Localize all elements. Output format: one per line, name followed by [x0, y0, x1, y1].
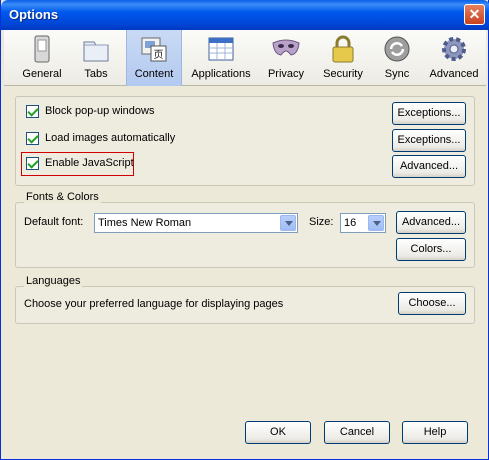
load-images-checkbox[interactable]	[26, 132, 39, 145]
titlebar[interactable]: Options ✕	[1, 0, 489, 30]
popup-exceptions-button[interactable]: Exceptions...	[392, 102, 466, 125]
chevron-down-icon	[280, 215, 296, 231]
tab-privacy[interactable]: Privacy	[258, 30, 314, 86]
tab-security[interactable]: Security	[314, 30, 372, 86]
languages-description: Choose your preferred language for displ…	[24, 298, 284, 310]
options-window: Options ✕ General Tabs 页 Content Applica…	[0, 0, 489, 460]
tab-content[interactable]: 页 Content	[126, 30, 182, 86]
languages-group: Languages Choose your preferred language…	[15, 275, 475, 324]
advanced-gear-icon	[442, 37, 466, 61]
tab-advanced[interactable]: Advanced	[424, 30, 484, 86]
content-options-group: Block pop-up windows Exceptions... Load …	[15, 96, 475, 186]
content-icon: 页	[141, 37, 167, 62]
images-exceptions-button[interactable]: Exceptions...	[392, 129, 466, 152]
general-icon	[34, 35, 50, 63]
block-popups-label: Block pop-up windows	[45, 105, 155, 117]
window-title: Options	[9, 7, 59, 22]
cancel-button[interactable]: Cancel	[324, 421, 390, 444]
tab-advanced-label: Advanced	[429, 68, 479, 80]
options-toolbar: General Tabs 页 Content Applications Priv…	[4, 30, 486, 86]
choose-language-button[interactable]: Choose...	[398, 292, 466, 315]
sync-icon	[384, 36, 410, 62]
fonts-colors-title: Fonts & Colors	[24, 191, 101, 203]
enable-javascript-label: Enable JavaScript	[45, 157, 134, 169]
close-button[interactable]: ✕	[464, 4, 485, 25]
default-font-label: Default font:	[24, 216, 84, 228]
tab-content-label: Content	[134, 68, 174, 80]
tab-applications[interactable]: Applications	[188, 30, 254, 86]
chevron-down-icon	[368, 215, 384, 231]
tab-sync[interactable]: Sync	[370, 30, 424, 86]
default-font-value: Times New Roman	[98, 217, 192, 229]
tab-tabs-label: Tabs	[84, 68, 108, 80]
size-label: Size:	[309, 216, 334, 228]
tabs-icon	[83, 41, 109, 62]
colors-button[interactable]: Colors...	[396, 238, 466, 261]
tab-applications-label: Applications	[191, 68, 251, 80]
tab-privacy-label: Privacy	[267, 68, 305, 80]
tab-tabs[interactable]: Tabs	[68, 30, 124, 86]
applications-icon	[208, 37, 234, 61]
enable-javascript-checkbox[interactable]	[26, 157, 39, 170]
default-font-select[interactable]: Times New Roman	[94, 213, 298, 233]
ok-button[interactable]: OK	[245, 421, 311, 444]
tab-general-label: General	[22, 68, 62, 80]
fonts-colors-group: Fonts & Colors Default font: Times New R…	[15, 191, 475, 268]
fonts-advanced-button[interactable]: Advanced...	[396, 211, 466, 234]
languages-title: Languages	[24, 275, 83, 287]
svg-text:页: 页	[154, 49, 164, 61]
privacy-mask-icon	[272, 39, 300, 56]
close-icon: ✕	[468, 6, 481, 22]
tab-security-label: Security	[323, 68, 363, 80]
load-images-label: Load images automatically	[45, 132, 176, 144]
font-size-select[interactable]: 16	[340, 213, 386, 233]
block-popups-checkbox[interactable]	[26, 105, 39, 118]
security-lock-icon	[332, 35, 354, 63]
tab-general[interactable]: General	[8, 30, 76, 86]
font-size-value: 16	[344, 217, 357, 229]
javascript-advanced-button[interactable]: Advanced...	[392, 155, 466, 178]
tab-sync-label: Sync	[384, 68, 410, 80]
help-button[interactable]: Help	[402, 421, 468, 444]
